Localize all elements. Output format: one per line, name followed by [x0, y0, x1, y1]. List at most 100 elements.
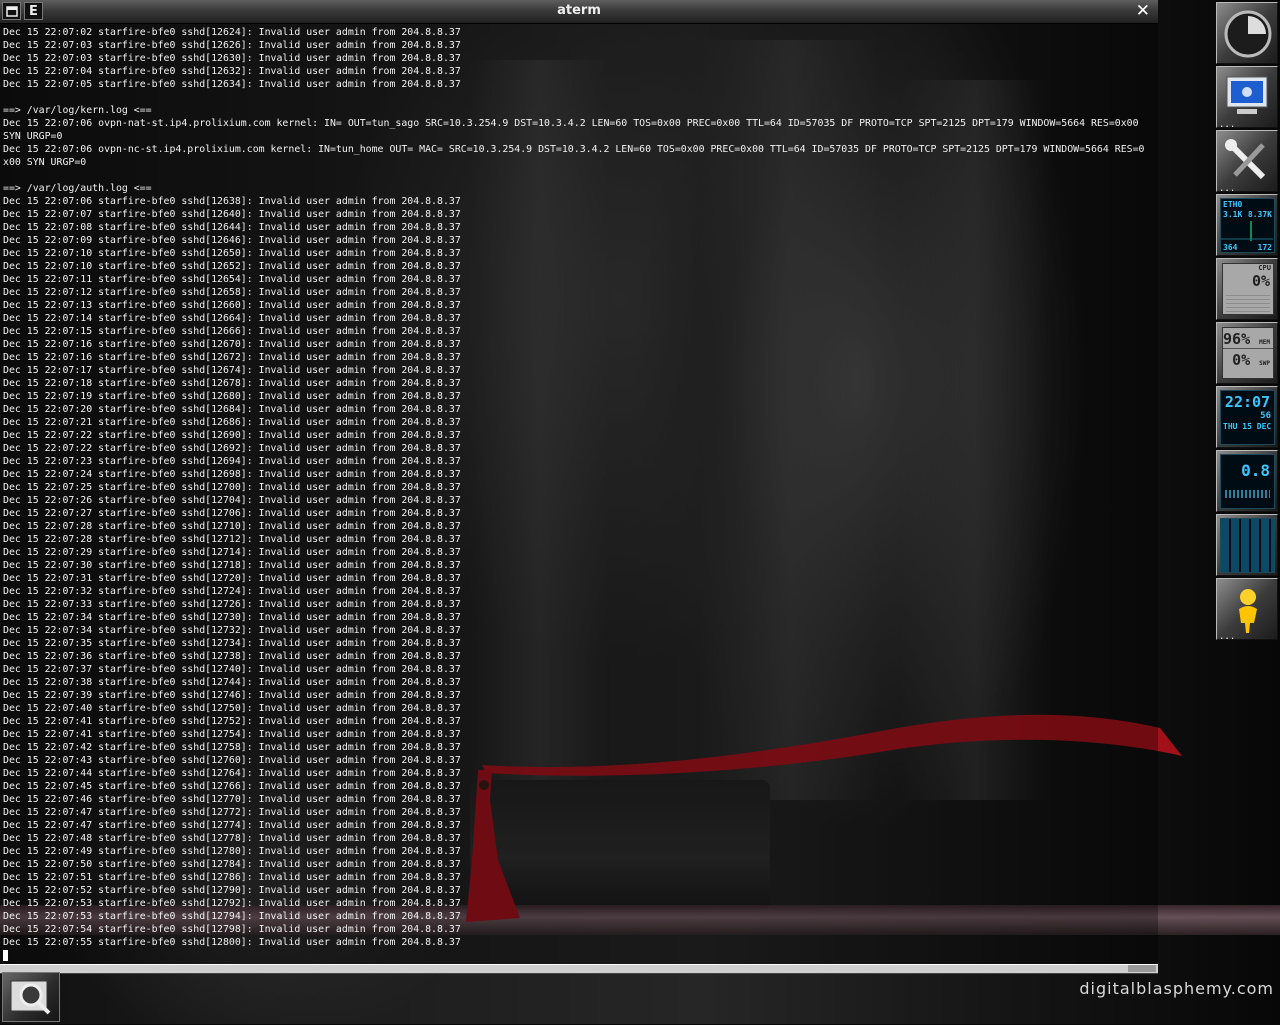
dock-ellipsis: ... [1219, 632, 1236, 642]
terminal-text: Dec 15 22:07:02 starfire-bfe0 sshd[12624… [0, 24, 1158, 949]
debian-swirl-icon [1224, 10, 1272, 58]
terminal-line: Dec 15 22:07:22 starfire-bfe0 sshd[12690… [3, 430, 461, 441]
terminal-line: Dec 15 22:07:47 starfire-bfe0 sshd[12772… [3, 807, 461, 818]
magnifier-icon [10, 980, 51, 1015]
terminal-window[interactable]: E aterm ✕ Dec 15 22:07:02 starfire-bfe0 … [0, 0, 1158, 974]
dock-network-monitor[interactable]: ETH0 3.1K 8.37K 364 172 [1216, 194, 1278, 256]
terminal-line: Dec 15 22:07:23 starfire-bfe0 sshd[12694… [3, 456, 461, 467]
net-rx-rate: 3.1K [1223, 210, 1243, 219]
terminal-line: ==> /var/log/kern.log <== [3, 105, 152, 116]
terminal-line: Dec 15 22:07:54 starfire-bfe0 sshd[12798… [3, 924, 461, 935]
terminal-line: Dec 15 22:07:27 starfire-bfe0 sshd[12706… [3, 508, 461, 519]
clock-month: DEC [1256, 422, 1272, 431]
terminal-line: Dec 15 22:07:47 starfire-bfe0 sshd[12774… [3, 820, 461, 831]
clock-day: THU [1223, 422, 1238, 431]
terminal-line: Dec 15 22:07:33 starfire-bfe0 sshd[12726… [3, 599, 461, 610]
net-tx-rate: 8.37K [1247, 210, 1272, 219]
terminal-line: Dec 15 22:07:11 starfire-bfe0 sshd[12654… [3, 274, 461, 285]
swap-tag: SWP [1259, 360, 1270, 367]
terminal-prompt-line[interactable] [0, 949, 1158, 962]
user-figure-icon [1239, 589, 1257, 633]
terminal-line: Dec 15 22:07:53 starfire-bfe0 sshd[12794… [3, 911, 461, 922]
terminal-output[interactable]: Dec 15 22:07:02 starfire-bfe0 sshd[12624… [0, 24, 1158, 964]
terminal-line: SYN URGP=0 [3, 131, 63, 142]
terminal-line: Dec 15 22:07:34 starfire-bfe0 sshd[12732… [3, 625, 461, 636]
load-value: 0.8 [1241, 461, 1270, 480]
terminal-line: Dec 15 22:07:41 starfire-bfe0 sshd[12752… [3, 716, 461, 727]
window-titlebar[interactable]: E aterm ✕ [0, 0, 1158, 24]
load-lcd: 0.8 [1220, 454, 1275, 509]
network-lcd: ETH0 3.1K 8.37K 364 172 [1220, 198, 1275, 253]
text-cursor [3, 949, 8, 961]
terminal-line: Dec 15 22:07:10 starfire-bfe0 sshd[12652… [3, 261, 461, 272]
terminal-line: Dec 15 22:07:39 starfire-bfe0 sshd[12746… [3, 690, 461, 701]
terminal-line: Dec 15 22:07:26 starfire-bfe0 sshd[12704… [3, 495, 461, 506]
dock-clock[interactable]: 22:07 56 THU 15 DEC [1216, 386, 1278, 448]
terminal-line: Dec 15 22:07:18 starfire-bfe0 sshd[12678… [3, 378, 461, 389]
terminal-line: Dec 15 22:07:16 starfire-bfe0 sshd[12672… [3, 352, 461, 363]
terminal-line: Dec 15 22:07:06 starfire-bfe0 sshd[12638… [3, 196, 461, 207]
terminal-line: Dec 15 22:07:19 starfire-bfe0 sshd[12680… [3, 391, 461, 402]
dock-app-monitor[interactable]: ... [1216, 66, 1278, 130]
terminal-line: Dec 15 22:07:09 starfire-bfe0 sshd[12646… [3, 235, 461, 246]
dock-app-tools[interactable]: ... [1216, 130, 1278, 194]
terminal-line: Dec 15 22:07:45 starfire-bfe0 sshd[12766… [3, 781, 461, 792]
terminal-line: Dec 15 22:07:08 starfire-bfe0 sshd[12644… [3, 222, 461, 233]
cpu-lcd: CPU 0% [1222, 263, 1274, 315]
terminal-line: Dec 15 22:07:51 starfire-bfe0 sshd[12786… [3, 872, 461, 883]
dock-memory-monitor[interactable]: 96% MEM 0% SWP [1216, 322, 1278, 384]
swap-value: 0% [1232, 351, 1251, 369]
cpu-tag: CPU [1258, 264, 1271, 272]
net-interface: ETH0 [1223, 200, 1243, 209]
terminal-line: Dec 15 22:07:13 starfire-bfe0 sshd[12660… [3, 300, 461, 311]
terminal-line: Dec 15 22:07:17 starfire-bfe0 sshd[12674… [3, 365, 461, 376]
cpu-graph [1226, 294, 1270, 312]
clock-date: 15 [1242, 422, 1252, 431]
scrollbar-thumb[interactable] [1128, 965, 1156, 972]
terminal-line: Dec 15 22:07:24 starfire-bfe0 sshd[12698… [3, 469, 461, 480]
terminal-line: Dec 15 22:07:36 starfire-bfe0 sshd[12738… [3, 651, 461, 662]
net-graph [1221, 221, 1273, 241]
terminal-line: Dec 15 22:07:12 starfire-bfe0 sshd[12658… [3, 287, 461, 298]
pager-grid [1220, 518, 1275, 573]
terminal-line: Dec 15 22:07:52 starfire-bfe0 sshd[12790… [3, 885, 461, 896]
dock-app-launcher[interactable] [1216, 2, 1278, 64]
terminal-line: Dec 15 22:07:30 starfire-bfe0 sshd[12718… [3, 560, 461, 571]
terminal-line: Dec 15 22:07:43 starfire-bfe0 sshd[12760… [3, 755, 461, 766]
horizontal-scrollbar[interactable] [0, 964, 1158, 974]
clock-time: 22:07 [1224, 393, 1271, 411]
dock-ellipsis: ... [1219, 120, 1236, 130]
terminal-line: Dec 15 22:07:29 starfire-bfe0 sshd[12714… [3, 547, 461, 558]
dock-cpu-monitor[interactable]: CPU 0% [1216, 258, 1278, 320]
dock-app-user[interactable]: ... [1216, 578, 1278, 642]
terminal-line: Dec 15 22:07:22 starfire-bfe0 sshd[12692… [3, 443, 461, 454]
terminal-line: Dec 15 22:07:37 starfire-bfe0 sshd[12740… [3, 664, 461, 675]
monitor-icon [1226, 76, 1268, 114]
terminal-line: Dec 15 22:07:32 starfire-bfe0 sshd[12724… [3, 586, 461, 597]
terminal-line: Dec 15 22:07:03 starfire-bfe0 sshd[12630… [3, 53, 461, 64]
dock-app-magnifier[interactable] [2, 972, 60, 1022]
dock-load-monitor[interactable]: 0.8 [1216, 450, 1278, 512]
terminal-line: Dec 15 22:07:16 starfire-bfe0 sshd[12670… [3, 339, 461, 350]
dock-desktop-pager[interactable] [1216, 514, 1278, 576]
terminal-line: Dec 15 22:07:40 starfire-bfe0 sshd[12750… [3, 703, 461, 714]
terminal-line: Dec 15 22:07:04 starfire-bfe0 sshd[12632… [3, 66, 461, 77]
terminal-line: Dec 15 22:07:28 starfire-bfe0 sshd[12710… [3, 521, 461, 532]
net-tx-total: 172 [1257, 243, 1272, 252]
terminal-line: Dec 15 22:07:31 starfire-bfe0 sshd[12720… [3, 573, 461, 584]
terminal-line: Dec 15 22:07:02 starfire-bfe0 sshd[12624… [3, 27, 461, 38]
net-rx-total: 364 [1223, 243, 1238, 252]
terminal-line: Dec 15 22:07:38 starfire-bfe0 sshd[12744… [3, 677, 461, 688]
terminal-line: Dec 15 22:07:14 starfire-bfe0 sshd[12664… [3, 313, 461, 324]
terminal-line: Dec 15 22:07:42 starfire-bfe0 sshd[12758… [3, 742, 461, 753]
terminal-line: Dec 15 22:07:35 starfire-bfe0 sshd[12734… [3, 638, 461, 649]
mem-value: 96% [1223, 330, 1251, 348]
cpu-value: 0% [1251, 272, 1270, 290]
dock: ... ... ETH0 3.1K 8.37K 364 172 CPU 0% 9… [1216, 0, 1280, 642]
terminal-line: Dec 15 22:07:28 starfire-bfe0 sshd[12712… [3, 534, 461, 545]
mem-tag: MEM [1259, 339, 1270, 346]
clock-seconds: 56 [1260, 411, 1271, 421]
terminal-line: ==> /var/log/auth.log <== [3, 183, 152, 194]
close-icon[interactable]: ✕ [1136, 1, 1150, 21]
terminal-line: Dec 15 22:07:15 starfire-bfe0 sshd[12666… [3, 326, 461, 337]
